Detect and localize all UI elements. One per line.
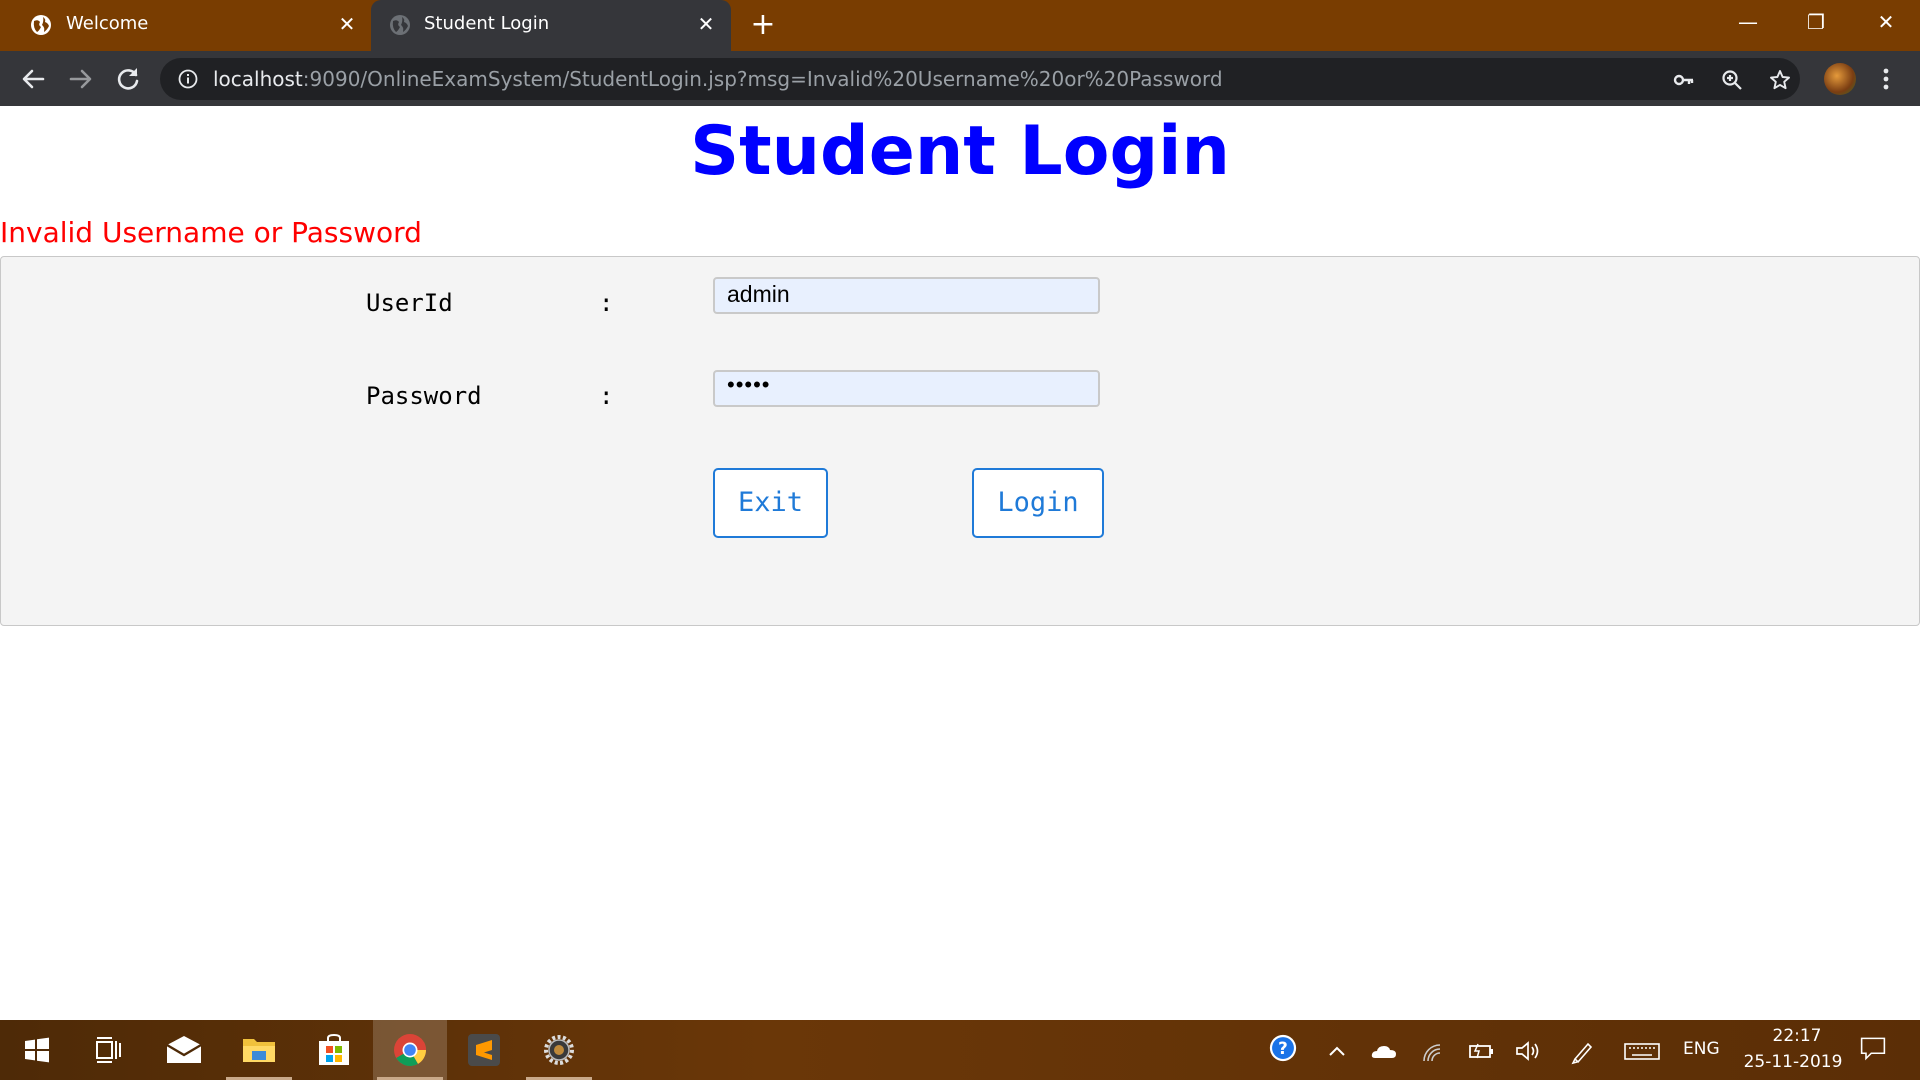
mail-icon <box>166 1036 202 1063</box>
url-host: localhost <box>213 67 303 91</box>
browser-tab-strip: Welcome ✕ Student Login ✕ + — ❐ ✕ <box>0 0 1920 51</box>
help-icon[interactable]: ? <box>1268 1034 1298 1062</box>
chrome-icon <box>394 1034 427 1067</box>
battery-icon[interactable] <box>1466 1037 1496 1065</box>
tab-student-login[interactable]: Student Login ✕ <box>371 0 731 51</box>
volume-icon[interactable] <box>1513 1037 1543 1065</box>
address-bar[interactable]: localhost:9090/OnlineExamSystem/StudentL… <box>160 58 1800 100</box>
windows-start-button[interactable] <box>0 1020 74 1080</box>
password-colon: : <box>599 382 614 410</box>
clock-date[interactable]: 25-11-2019 <box>1733 1052 1853 1072</box>
url-text: localhost:9090/OnlineExamSystem/StudentL… <box>213 67 1223 91</box>
chevron-up-icon[interactable] <box>1322 1037 1352 1065</box>
zoom-icon[interactable] <box>1720 68 1744 92</box>
store-app[interactable] <box>297 1020 371 1080</box>
tab-welcome[interactable]: Welcome ✕ <box>0 0 368 51</box>
svg-text:?: ? <box>1278 1039 1288 1058</box>
tab-title: Welcome <box>66 13 149 34</box>
exit-button[interactable]: Exit <box>713 468 828 538</box>
profile-avatar[interactable] <box>1824 63 1856 95</box>
error-message: Invalid Username or Password <box>0 216 422 249</box>
web-page: Student Login Invalid Username or Passwo… <box>0 106 1920 1020</box>
notification-icon[interactable] <box>1855 1034 1891 1062</box>
onedrive-cloud-icon[interactable] <box>1369 1037 1399 1065</box>
language-indicator[interactable]: ENG <box>1683 1039 1720 1059</box>
userid-label: UserId <box>366 289 453 317</box>
back-arrow-icon[interactable] <box>17 63 49 95</box>
wifi-icon[interactable] <box>1418 1037 1448 1065</box>
forward-arrow-icon[interactable] <box>65 63 97 95</box>
password-label: Password <box>366 382 482 410</box>
window-close-button[interactable]: ✕ <box>1868 8 1904 36</box>
close-icon[interactable]: ✕ <box>695 13 717 35</box>
info-icon[interactable] <box>178 69 198 89</box>
minimize-button[interactable]: — <box>1730 8 1766 36</box>
windows-taskbar: ? ENG 22:17 25-11-2019 <box>0 1020 1920 1080</box>
settings-app[interactable] <box>522 1020 596 1080</box>
task-view-button[interactable] <box>72 1020 146 1080</box>
folder-icon <box>243 1039 275 1062</box>
task-view-icon <box>96 1037 121 1063</box>
globe-icon <box>31 15 51 35</box>
clock-time[interactable]: 22:17 <box>1762 1026 1832 1046</box>
url-path: :9090/OnlineExamSystem/StudentLogin.jsp?… <box>302 67 1223 91</box>
sublime-text-icon <box>468 1034 500 1066</box>
pen-icon[interactable] <box>1568 1037 1598 1065</box>
close-icon[interactable]: ✕ <box>336 13 358 35</box>
password-input[interactable]: ••••• <box>713 370 1100 407</box>
login-button[interactable]: Login <box>972 468 1104 538</box>
new-tab-button[interactable]: + <box>750 10 776 40</box>
browser-toolbar: localhost:9090/OnlineExamSystem/StudentL… <box>0 51 1920 106</box>
sublime-text-app[interactable] <box>447 1020 521 1080</box>
userid-input[interactable]: admin <box>713 277 1100 314</box>
userid-colon: : <box>599 289 614 317</box>
kebab-menu-icon[interactable] <box>1874 63 1898 95</box>
tab-title: Student Login <box>424 13 550 34</box>
windows-logo-icon <box>25 1037 49 1063</box>
keyboard-icon[interactable] <box>1622 1037 1662 1065</box>
globe-icon <box>390 15 410 35</box>
star-icon[interactable] <box>1768 68 1792 92</box>
page-title: Student Login <box>690 112 1230 191</box>
gear-icon <box>544 1035 574 1065</box>
chrome-app[interactable] <box>373 1020 447 1080</box>
login-form-panel: UserId : admin Password : ••••• Exit Log… <box>0 256 1920 626</box>
file-explorer-app[interactable] <box>222 1020 296 1080</box>
store-bag-icon <box>319 1034 349 1065</box>
restore-button[interactable]: ❐ <box>1798 8 1834 36</box>
key-icon[interactable] <box>1672 68 1696 92</box>
reload-icon[interactable] <box>112 63 144 95</box>
mail-app[interactable] <box>147 1020 221 1080</box>
